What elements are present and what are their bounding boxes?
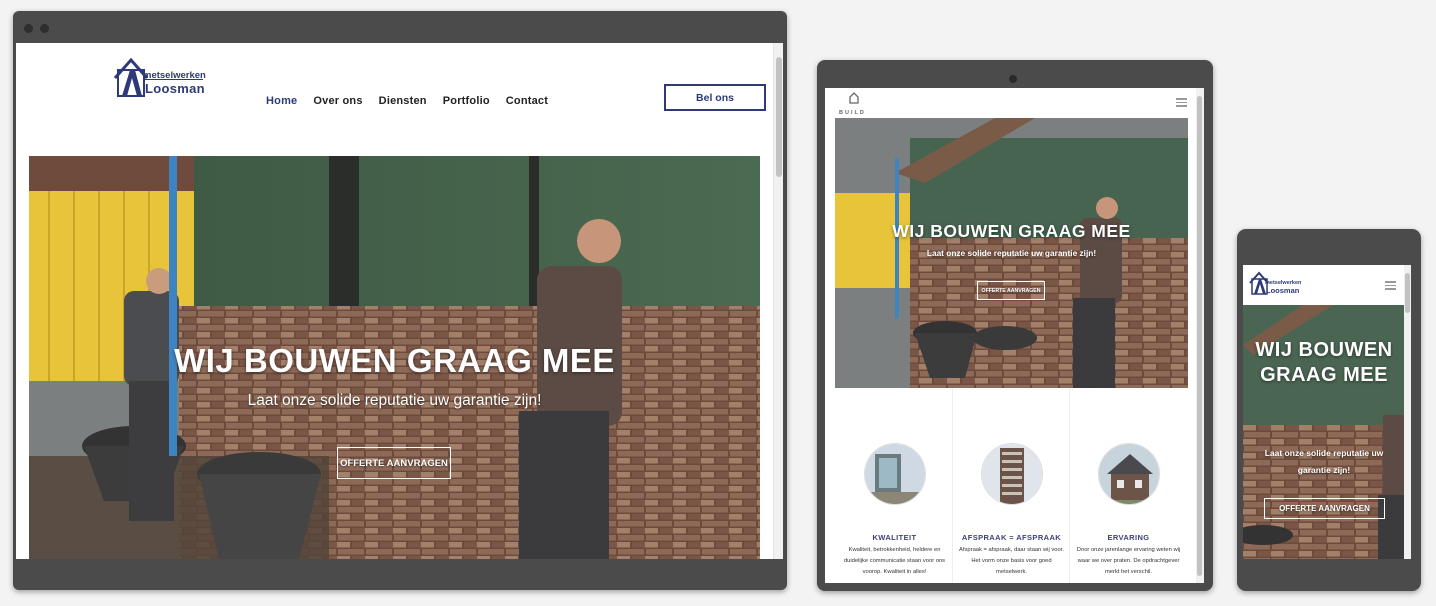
scrollbar-thumb[interactable]: [776, 57, 782, 177]
desktop-frame-bottom: [16, 559, 783, 587]
nav-contact[interactable]: Contact: [506, 95, 548, 111]
nav-portfolio[interactable]: Portfolio: [443, 95, 490, 111]
scrollbar-thumb[interactable]: [1197, 96, 1202, 576]
hero-title: WIJ BOUWEN GRAAG MEE: [892, 221, 1131, 241]
feature-body: Door onze jarenlange ervaring weten wij …: [1076, 547, 1181, 575]
tablet-frame: BUILD WIJ BOUWEN GRAAG MEE Laat onze sol…: [817, 60, 1213, 591]
feature-image: [864, 443, 926, 505]
feature-image: [981, 443, 1043, 505]
desktop-browser-frame: metselwerken Loosman Home Over ons Diens…: [13, 11, 787, 590]
feature-image: [1098, 443, 1160, 505]
tablet-hero: WIJ BOUWEN GRAAG MEE Laat onze solide re…: [835, 118, 1188, 388]
window-dot-icon: [40, 24, 49, 33]
desktop-viewport: metselwerken Loosman Home Over ons Diens…: [16, 43, 783, 559]
hero-image: WIJ BOUWEN GRAAG MEE Laat onze solide re…: [29, 156, 760, 559]
phone-frame: metselwerken Loosman WIJ BOUWEN GRAAG ME…: [1237, 229, 1421, 591]
site-logo[interactable]: metselwerken Loosman: [113, 56, 208, 98]
feature-card-ervaring: ERVARING Door onze jarenlange ervaring w…: [1070, 388, 1187, 583]
scrollbar[interactable]: [1404, 265, 1411, 559]
bel-ons-button[interactable]: Bel ons: [664, 84, 766, 111]
window-dot-icon: [24, 24, 33, 33]
feature-title: ERVARING: [1107, 533, 1150, 542]
menu-icon[interactable]: [1385, 281, 1396, 292]
main-nav: Home Over ons Diensten Portfolio Contact: [266, 95, 566, 111]
offerte-aanvragen-button[interactable]: OFFERTE AANVRAGEN: [977, 281, 1045, 300]
tablet-viewport: BUILD WIJ BOUWEN GRAAG MEE Laat onze sol…: [825, 88, 1204, 583]
menu-icon[interactable]: [1176, 98, 1187, 109]
logo-text: BUILD: [839, 110, 866, 116]
scrollbar[interactable]: [773, 43, 783, 559]
phone-viewport: metselwerken Loosman WIJ BOUWEN GRAAG ME…: [1243, 265, 1411, 559]
feature-body: Afspraak = afspraak, daar staan wij voor…: [959, 547, 1064, 575]
logo-line2: Loosman: [145, 81, 205, 96]
hero-title: WIJ BOUWEN GRAAG MEE: [174, 342, 615, 379]
hero-title: WIJ BOUWEN GRAAG MEE: [1255, 339, 1393, 386]
feature-title: AFSPRAAK = AFSPRAAK: [961, 533, 1062, 542]
hero-subtitle: Laat onze solide reputatie uw garantie z…: [247, 392, 542, 409]
site-logo[interactable]: metselwerken Loosman: [1249, 271, 1313, 299]
feature-title: KWALITEIT: [872, 533, 917, 542]
nav-over-ons[interactable]: Over ons: [313, 95, 362, 111]
offerte-aanvragen-button[interactable]: OFFERTE AANVRAGEN: [337, 447, 451, 479]
offerte-aanvragen-button[interactable]: OFFERTE AANVRAGEN: [1264, 498, 1385, 519]
logo-divider: [143, 79, 203, 80]
hero-subtitle: Laat onze solide reputatie uw garantie z…: [1264, 448, 1384, 475]
house-logo-icon: [849, 92, 859, 104]
logo-line2: Loosman: [1266, 286, 1300, 295]
feature-card-kwaliteit: KWALITEIT Kwaliteit, betrokkenheid, held…: [836, 388, 953, 583]
feature-body: Kwaliteit, betrokkenheid, heldere en dui…: [843, 547, 946, 575]
hero-subtitle: Laat onze solide reputatie uw garantie z…: [926, 248, 1097, 258]
nav-diensten[interactable]: Diensten: [379, 95, 427, 111]
phone-hero: WIJ BOUWEN GRAAG MEE Laat onze solide re…: [1243, 305, 1404, 559]
camera-icon: [1009, 75, 1017, 83]
nav-home[interactable]: Home: [266, 95, 297, 111]
scrollbar-thumb[interactable]: [1405, 273, 1410, 313]
scrollbar[interactable]: [1196, 88, 1204, 583]
feature-card-afspraak: AFSPRAAK = AFSPRAAK Afspraak = afspraak,…: [953, 388, 1070, 583]
build-logo[interactable]: BUILD: [839, 91, 869, 116]
